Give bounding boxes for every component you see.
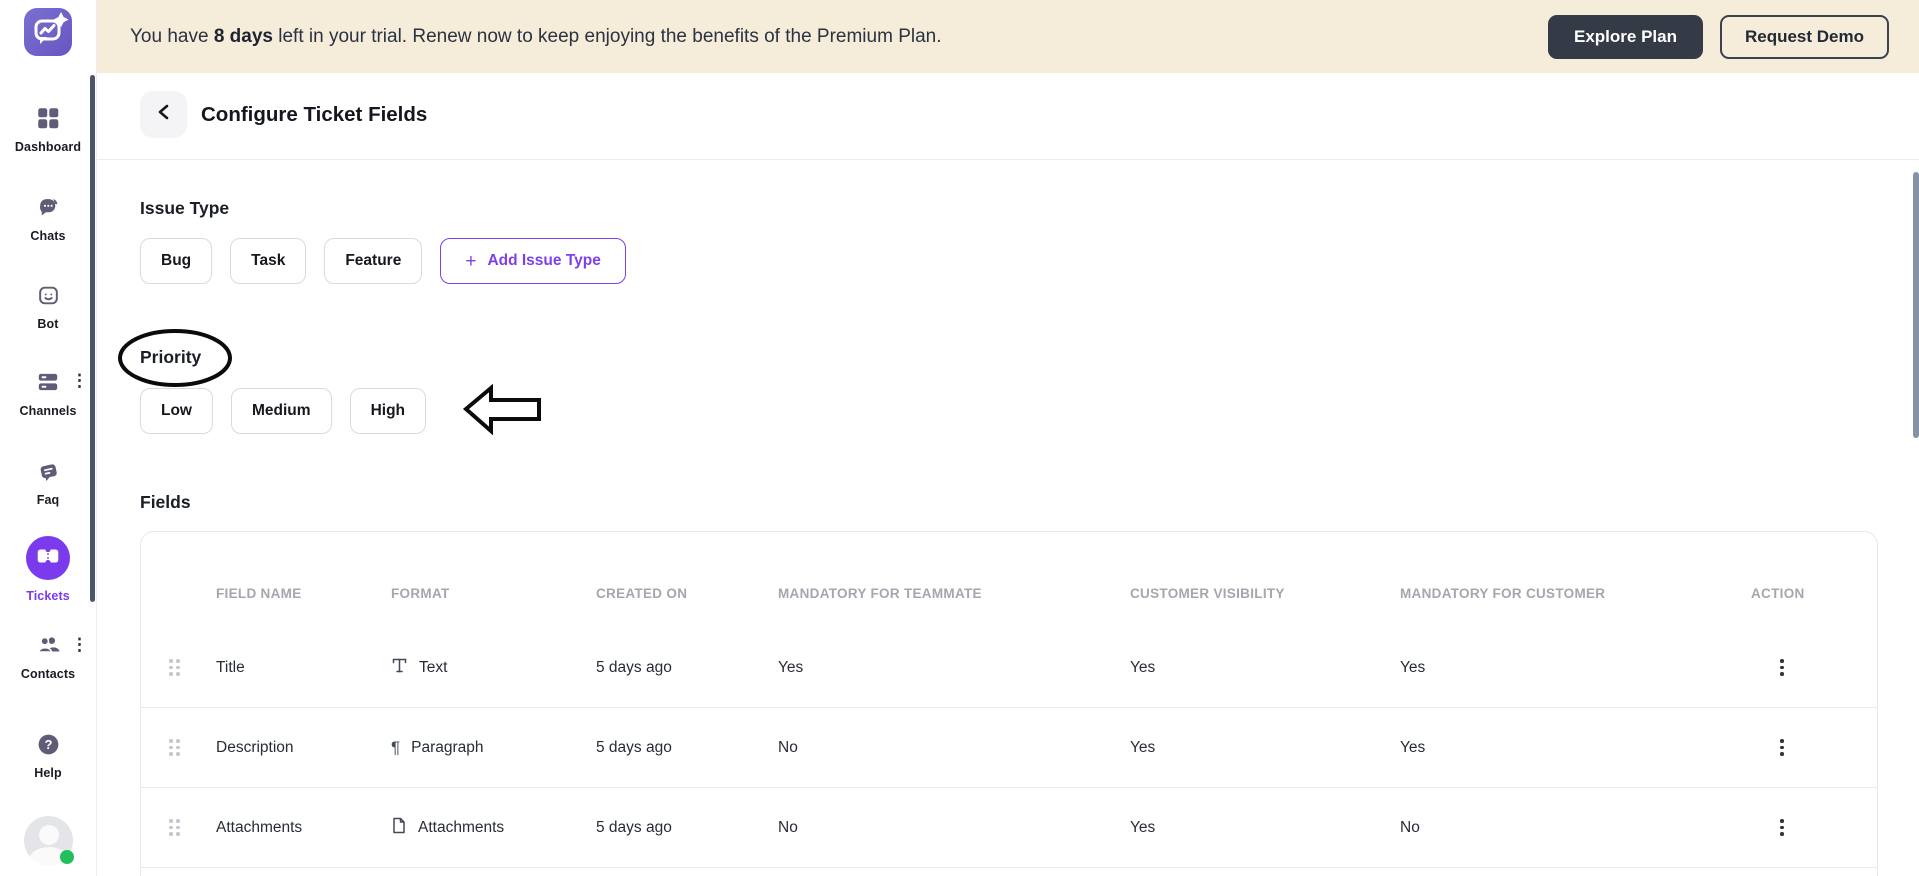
dashboard-grid-icon <box>0 105 96 131</box>
field-name-cell: Title <box>216 658 245 676</box>
online-status-dot <box>60 850 74 864</box>
add-issue-type-button[interactable]: + Add Issue Type <box>440 238 626 284</box>
trial-banner-text: You have 8 days left in your trial. Rene… <box>130 25 942 47</box>
sidebar-label-channels: Channels <box>19 404 77 418</box>
priority-chip-high[interactable]: High <box>349 388 426 434</box>
drag-handle-icon[interactable] <box>169 659 180 676</box>
row-actions-kebab-icon[interactable] <box>1773 815 1791 840</box>
plus-icon: + <box>465 250 477 272</box>
sidebar-label-chats: Chats <box>30 229 66 243</box>
days-left: 8 days <box>213 25 273 47</box>
sidebar-label-contacts: Contacts <box>20 667 76 681</box>
column-field-name: FIELD NAME <box>216 586 302 601</box>
trial-banner: You have 8 days left in your trial. Rene… <box>97 0 1919 73</box>
column-mandatory-customer: MANDATORY FOR CUSTOMER <box>1400 586 1606 601</box>
table-header-row: FIELD NAME FORMAT CREATED ON MANDATORY F… <box>141 532 1877 628</box>
paragraph-format-icon: ¶ <box>391 738 401 757</box>
mandatory-customer-cell: Yes <box>1400 738 1426 756</box>
logo-chat-sparkle-icon <box>24 6 72 59</box>
fields-table: FIELD NAME FORMAT CREATED ON MANDATORY F… <box>140 531 1878 876</box>
column-format: FORMAT <box>391 586 450 601</box>
format-cell: Attachments <box>418 818 505 836</box>
priority-heading: Priority <box>140 347 202 367</box>
sidebar-label-help: Help <box>34 766 62 780</box>
format-cell: Paragraph <box>411 738 484 756</box>
tickets-active-circle <box>26 536 70 580</box>
request-demo-button[interactable]: Request Demo <box>1719 14 1889 59</box>
sidebar-item-bot[interactable]: Bot <box>0 282 96 331</box>
row-actions-kebab-icon[interactable] <box>1773 655 1791 680</box>
created-on-cell: 5 days ago <box>596 658 672 676</box>
sidebar-label-faq: Faq <box>36 493 60 507</box>
ticket-icon <box>35 543 61 574</box>
sidebar-scrollbar[interactable] <box>90 75 95 602</box>
contacts-kebab-menu-icon[interactable]: ⋮ <box>71 636 88 653</box>
issue-type-chip-bug[interactable]: Bug <box>140 238 213 284</box>
page-title: Configure Ticket Fields <box>201 103 428 126</box>
sidebar-item-tickets[interactable]: Tickets <box>0 536 96 603</box>
channels-kebab-menu-icon[interactable]: ⋮ <box>71 372 88 389</box>
column-created-on: CREATED ON <box>596 586 688 601</box>
column-customer-visibility: CUSTOMER VISIBILITY <box>1130 586 1285 601</box>
table-row-title: Title Text 5 days ago Yes Yes Yes <box>141 628 1877 708</box>
drag-handle-icon[interactable] <box>169 739 180 756</box>
app-logo[interactable] <box>24 8 72 56</box>
text-format-icon <box>391 657 408 679</box>
sidebar-item-faq[interactable]: Faq <box>0 458 96 507</box>
field-name-cell: Attachments <box>216 818 303 836</box>
table-row-attachments: Attachments Attachments 5 days ago No Ye… <box>141 788 1877 868</box>
table-row-description: Description ¶ Paragraph 5 days ago No Ye… <box>141 708 1877 788</box>
header-divider <box>97 159 1919 160</box>
column-mandatory-teammate: MANDATORY FOR TEAMMATE <box>778 586 982 601</box>
document-format-icon <box>391 817 407 839</box>
screen: Dashboard Chats Bot Channels ⋮ Faq Ticke… <box>0 0 1919 876</box>
sidebar-label-bot: Bot <box>37 317 59 331</box>
format-cell: Text <box>419 658 448 676</box>
faq-card-icon <box>0 458 96 484</box>
customer-visibility-cell: Yes <box>1130 738 1156 756</box>
arrow-annotation <box>463 383 541 436</box>
back-chevron-icon <box>157 103 170 126</box>
issue-type-heading: Issue Type <box>140 198 230 218</box>
mandatory-teammate-cell: Yes <box>778 658 804 676</box>
user-avatar[interactable] <box>24 816 74 865</box>
back-button[interactable] <box>140 91 187 138</box>
issue-type-chip-feature[interactable]: Feature <box>324 238 423 284</box>
priority-chip-row: Low Medium High <box>140 388 426 434</box>
sidebar: Dashboard Chats Bot Channels ⋮ Faq Ticke… <box>0 0 97 876</box>
mandatory-teammate-cell: No <box>778 818 798 836</box>
sidebar-item-dashboard[interactable]: Dashboard <box>0 105 96 154</box>
explore-plan-button[interactable]: Explore Plan <box>1547 14 1703 59</box>
row-actions-kebab-icon[interactable] <box>1773 735 1791 760</box>
customer-visibility-cell: Yes <box>1130 658 1156 676</box>
fields-heading: Fields <box>140 492 191 512</box>
bot-face-icon <box>0 282 96 308</box>
issue-type-chip-task[interactable]: Task <box>230 238 307 284</box>
field-name-cell: Description <box>216 738 294 756</box>
sidebar-item-chats[interactable]: Chats <box>0 194 96 243</box>
sidebar-label-dashboard: Dashboard <box>14 140 82 154</box>
page-scrollbar[interactable] <box>1913 172 1919 438</box>
created-on-cell: 5 days ago <box>596 738 672 756</box>
created-on-cell: 5 days ago <box>596 818 672 836</box>
priority-chip-low[interactable]: Low <box>140 388 213 434</box>
mandatory-teammate-cell: No <box>778 738 798 756</box>
mandatory-customer-cell: Yes <box>1400 658 1426 676</box>
issue-type-chip-row: Bug Task Feature + Add Issue Type <box>140 238 626 284</box>
column-action: ACTION <box>1751 586 1805 601</box>
help-question-icon: ? <box>0 731 96 757</box>
chat-bubbles-icon <box>0 194 96 220</box>
svg-text:?: ? <box>44 737 52 752</box>
sidebar-label-tickets: Tickets <box>26 589 70 603</box>
drag-handle-icon[interactable] <box>169 819 180 836</box>
sidebar-item-help[interactable]: ? Help <box>0 731 96 780</box>
priority-chip-medium[interactable]: Medium <box>231 388 332 434</box>
customer-visibility-cell: Yes <box>1130 818 1156 836</box>
mandatory-customer-cell: No <box>1400 818 1420 836</box>
